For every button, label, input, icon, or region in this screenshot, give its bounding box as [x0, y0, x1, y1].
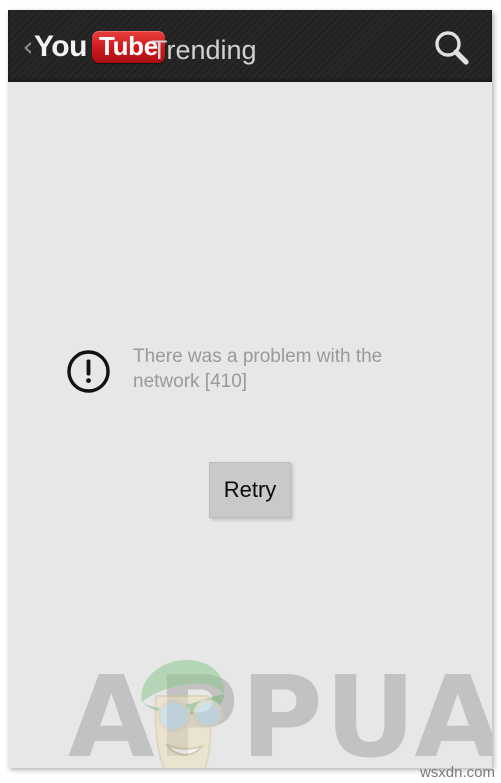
appuals-watermark: APPUALS FROM THE EXPERTS	[8, 642, 492, 768]
retry-button[interactable]: Retry	[209, 462, 291, 518]
page-canvas: ‹ You Tube Trending There was a problem …	[0, 0, 501, 783]
error-message-text: There was a problem with the network [41…	[133, 346, 383, 392]
page-title: Trending	[151, 35, 257, 65]
search-icon[interactable]	[430, 26, 474, 70]
phone-screenshot: ‹ You Tube Trending There was a problem …	[8, 10, 492, 768]
error-message-row: There was a problem with the network [41…	[66, 344, 466, 394]
watermark-brand-text: APPUALS	[68, 653, 492, 768]
content-area: There was a problem with the network [41…	[8, 82, 492, 768]
exclamation-circle-icon	[66, 349, 111, 394]
youtube-logo[interactable]: You Tube	[34, 31, 165, 63]
appuals-mascot-icon	[120, 652, 245, 768]
youtube-logo-you: You	[34, 30, 87, 63]
site-credit-text: wsxdn.com	[419, 764, 495, 781]
youtube-app-bar: ‹ You Tube Trending	[8, 10, 492, 82]
